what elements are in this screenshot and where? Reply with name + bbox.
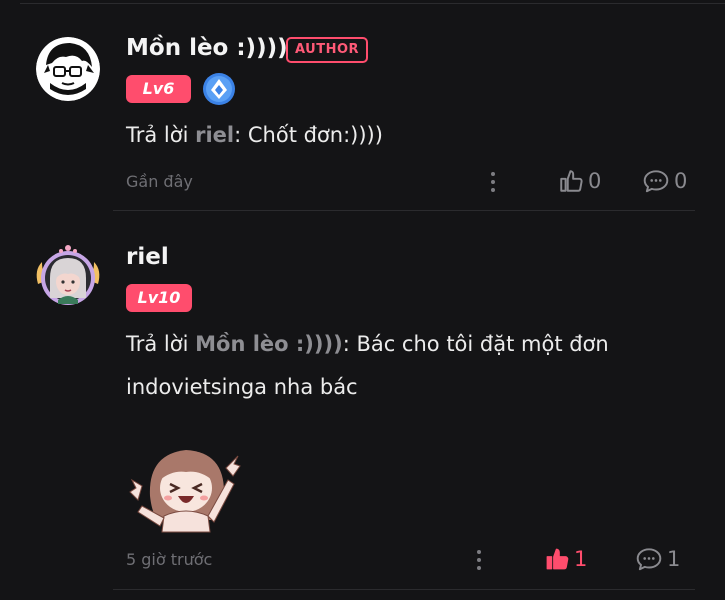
sticker-image[interactable] <box>128 440 243 539</box>
thumbs-up-icon <box>560 170 583 192</box>
thumbs-up-icon <box>546 548 569 570</box>
mention-link[interactable]: Mồn lèo :)))) <box>195 332 343 356</box>
reply-count: 1 <box>667 547 681 571</box>
level-badge: Lv10 <box>126 284 192 312</box>
comment-text: Trả lời riel: Chốt đơn:)))) <box>126 114 686 157</box>
top-divider <box>20 3 725 4</box>
timestamp: 5 giờ trước <box>126 550 213 569</box>
comment-divider <box>113 210 695 211</box>
like-count: 1 <box>574 547 588 571</box>
username[interactable]: Mồn lèo :)))) <box>126 35 288 61</box>
reply-button[interactable]: 0 <box>642 168 687 194</box>
author-badge: AUTHOR <box>286 37 369 63</box>
reply-count: 0 <box>674 169 688 193</box>
comment-bubble-icon <box>643 170 669 193</box>
comment-text: Trả lời Mồn lèo :)))): Bác cho tôi đặt m… <box>126 323 666 409</box>
reply-prefix: Trả lời <box>126 123 196 147</box>
level-badge: Lv6 <box>126 75 191 103</box>
username[interactable]: riel <box>126 244 169 270</box>
timestamp: Gần đây <box>126 172 193 191</box>
comment-divider <box>113 589 695 590</box>
like-button[interactable]: 1 <box>544 546 587 572</box>
avatar[interactable] <box>36 37 100 101</box>
comment-body: : Chốt đơn:)))) <box>234 123 383 147</box>
reply-prefix: Trả lời <box>126 332 196 356</box>
more-vertical-icon[interactable] <box>477 550 481 574</box>
vip-shield-icon <box>202 72 236 110</box>
like-count: 0 <box>588 169 602 193</box>
reply-button[interactable]: 1 <box>635 546 680 572</box>
comment-bubble-icon <box>636 548 662 571</box>
avatar[interactable] <box>32 240 104 312</box>
like-button[interactable]: 0 <box>558 168 601 194</box>
mention-link[interactable]: riel <box>195 123 234 147</box>
more-vertical-icon[interactable] <box>491 172 495 196</box>
